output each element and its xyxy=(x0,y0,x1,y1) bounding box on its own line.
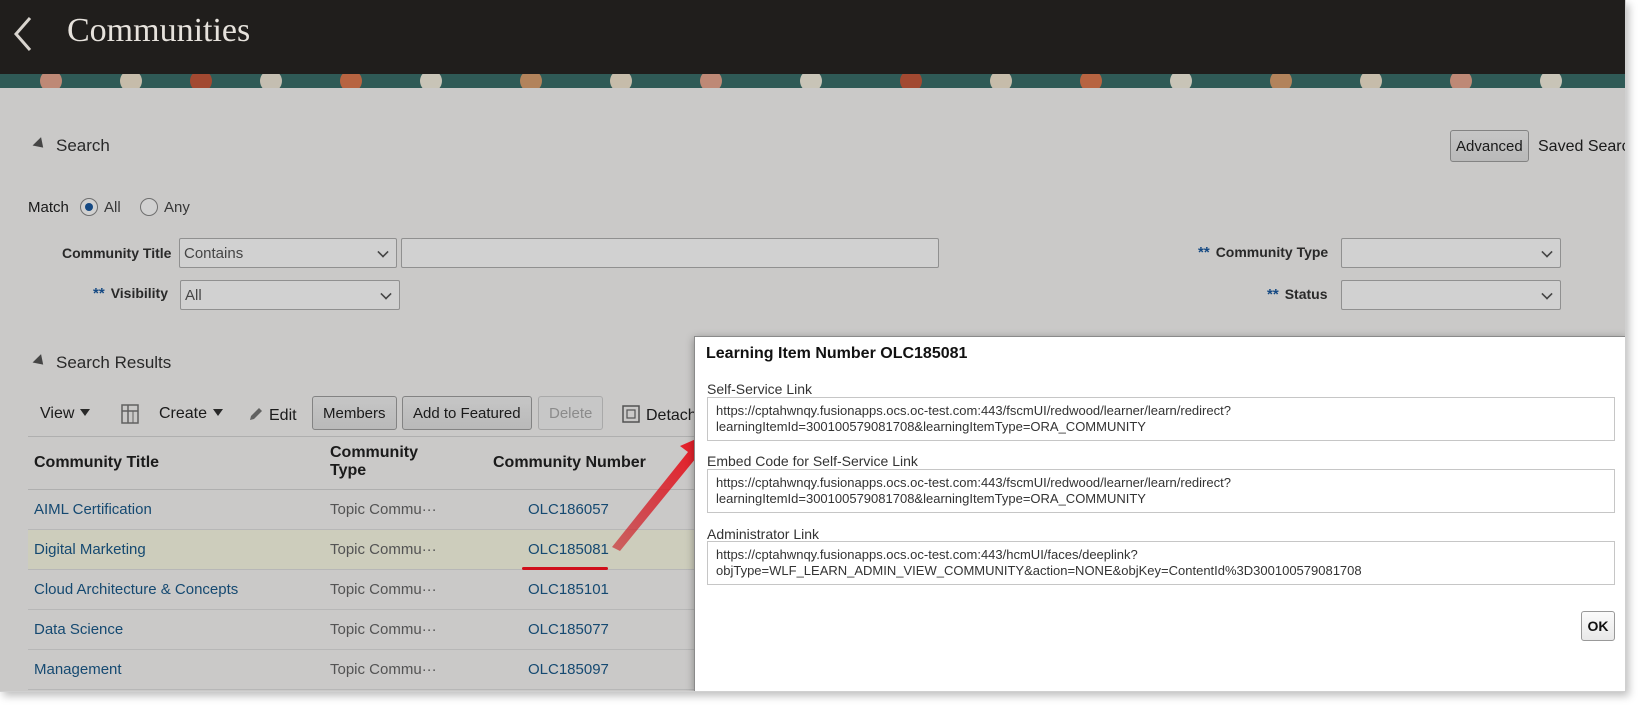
learning-item-dialog: Learning Item Number OLC185081 Self-Serv… xyxy=(694,336,1625,691)
administrator-link-field[interactable]: https://cptahwnqy.fusionapps.ocs.oc-test… xyxy=(707,541,1615,585)
administrator-link-label: Administrator Link xyxy=(707,526,820,542)
ok-button[interactable]: OK xyxy=(1581,611,1615,641)
dialog-title: Learning Item Number OLC185081 xyxy=(706,345,968,362)
self-service-link-label: Self-Service Link xyxy=(707,381,813,397)
embed-code-field[interactable]: https://cptahwnqy.fusionapps.ocs.oc-test… xyxy=(707,469,1615,513)
self-service-link-field[interactable]: https://cptahwnqy.fusionapps.ocs.oc-test… xyxy=(707,397,1615,441)
embed-code-label: Embed Code for Self-Service Link xyxy=(707,453,918,469)
app-window: Communities Search Advanced Saved Search… xyxy=(0,0,1626,692)
